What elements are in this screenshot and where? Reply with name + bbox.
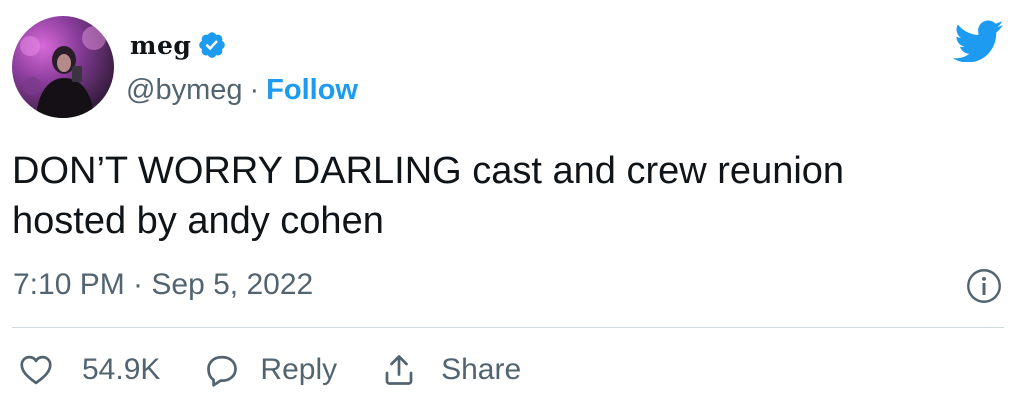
separator: · — [249, 74, 260, 106]
info-icon[interactable] — [966, 268, 1002, 304]
action-bar: 54.9K Reply Share — [18, 352, 521, 388]
avatar[interactable] — [12, 16, 114, 118]
like-button[interactable]: 54.9K — [18, 352, 160, 388]
display-name-row: meg — [130, 30, 227, 60]
reply-label: Reply — [260, 353, 338, 386]
verified-badge-icon — [199, 32, 226, 58]
display-name[interactable]: meg — [130, 31, 191, 60]
handle[interactable]: @bymeg — [126, 74, 242, 107]
follow-button[interactable]: Follow — [266, 74, 358, 107]
tweet-card: meg @bymeg · Follow DON’T WORRY DARLING … — [0, 0, 1024, 402]
tweet-text-line: hosted by andy cohen — [12, 200, 384, 242]
speech-bubble-icon — [207, 355, 238, 387]
twitter-bird-icon[interactable] — [954, 20, 1004, 62]
share-button[interactable]: Share — [381, 352, 521, 388]
timestamp[interactable]: 7:10 PM · Sep 5, 2022 — [13, 268, 313, 302]
divider — [12, 327, 1004, 328]
handle-row: @bymeg · Follow — [126, 74, 358, 107]
likes-count: 54.9K — [82, 353, 161, 386]
heart-icon — [20, 355, 52, 385]
tweet-text-line: DON’T WORRY DARLING cast and crew reunio… — [12, 150, 845, 192]
tweet-text: DON’T WORRY DARLING cast and crew reunio… — [12, 146, 972, 246]
share-arrow-icon — [385, 355, 413, 385]
avatar-photo — [20, 26, 106, 118]
share-label: Share — [441, 353, 522, 386]
reply-button[interactable]: Reply — [204, 352, 337, 388]
